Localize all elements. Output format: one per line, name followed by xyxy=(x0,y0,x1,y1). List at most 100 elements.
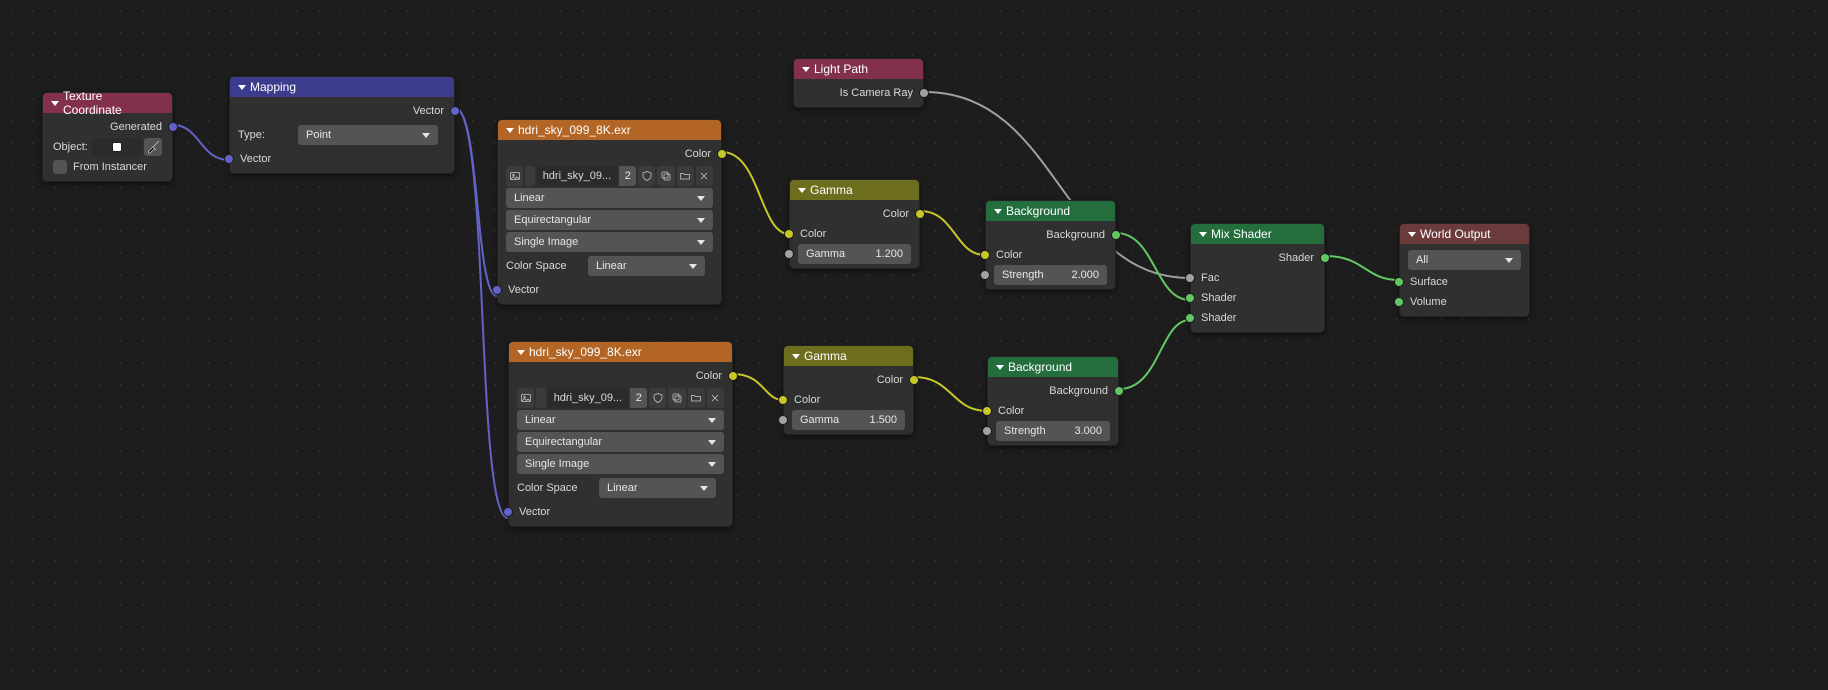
unlink-button[interactable] xyxy=(707,388,724,408)
collapse-icon[interactable] xyxy=(51,101,59,106)
node-background-a[interactable]: Background Background Color Strength2.00… xyxy=(985,200,1116,290)
new-image-button[interactable] xyxy=(668,388,685,408)
node-header[interactable]: hdri_sky_099_8K.exr xyxy=(509,342,732,362)
node-gamma-b[interactable]: Gamma Color Color Gamma1.500 xyxy=(783,345,914,435)
socket-color-out[interactable]: Color xyxy=(498,144,721,164)
type-label: Type: xyxy=(238,123,286,147)
image-icon xyxy=(520,392,532,404)
socket-vector-in[interactable]: Vector xyxy=(230,149,454,169)
collapse-icon[interactable] xyxy=(1408,232,1416,237)
socket-color-out[interactable]: Color xyxy=(509,366,732,386)
colorspace-dropdown[interactable]: Linear xyxy=(588,256,705,276)
node-world-output[interactable]: World Output All Surface Volume xyxy=(1399,223,1530,317)
gamma-value-field[interactable]: Gamma1.200 xyxy=(798,244,911,264)
source-dropdown[interactable]: Single Image xyxy=(506,232,713,252)
socket-shader-out[interactable]: Shader xyxy=(1191,248,1324,268)
new-image-button[interactable] xyxy=(657,166,674,186)
projection-dropdown[interactable]: Equirectangular xyxy=(517,432,724,452)
node-header[interactable]: hdri_sky_099_8K.exr xyxy=(498,120,721,140)
node-header[interactable]: Background xyxy=(988,357,1118,377)
node-environment-texture-b[interactable]: hdri_sky_099_8K.exr Color hdri_sky_09...… xyxy=(508,341,733,527)
gamma-value-field[interactable]: Gamma1.500 xyxy=(792,410,905,430)
node-header[interactable]: Background xyxy=(986,201,1115,221)
socket-color-in[interactable]: Color xyxy=(784,390,913,410)
collapse-icon[interactable] xyxy=(798,188,806,193)
socket-color-in[interactable]: Color xyxy=(790,224,919,244)
browse-image-button[interactable] xyxy=(517,388,534,408)
socket-vector-out[interactable]: Vector xyxy=(230,101,454,121)
unlink-button[interactable] xyxy=(696,166,713,186)
fake-user-button[interactable] xyxy=(649,388,666,408)
collapse-icon[interactable] xyxy=(996,365,1004,370)
target-dropdown[interactable]: All xyxy=(1408,250,1521,270)
node-header[interactable]: Light Path xyxy=(794,59,923,79)
collapse-icon[interactable] xyxy=(802,67,810,72)
fake-user-button[interactable] xyxy=(638,166,655,186)
node-mix-shader[interactable]: Mix Shader Shader Fac Shader Shader xyxy=(1190,223,1325,333)
colorspace-dropdown[interactable]: Linear xyxy=(599,478,716,498)
node-header[interactable]: Gamma xyxy=(784,346,913,366)
projection-dropdown[interactable]: Equirectangular xyxy=(506,210,713,230)
socket-vector-in[interactable]: Vector xyxy=(498,280,721,300)
collapse-icon[interactable] xyxy=(517,350,525,355)
checkbox-icon[interactable] xyxy=(53,160,67,174)
from-instancer-checkbox[interactable]: From Instancer xyxy=(43,157,172,177)
image-icon xyxy=(509,170,521,182)
object-selector[interactable] xyxy=(92,138,142,156)
image-menu-caret[interactable] xyxy=(536,388,546,408)
collapse-icon[interactable] xyxy=(238,85,246,90)
socket-volume-in[interactable]: Volume xyxy=(1400,292,1529,312)
node-title: World Output xyxy=(1420,227,1490,241)
strength-field[interactable]: Strength2.000 xyxy=(994,265,1107,285)
socket-shader1-in[interactable]: Shader xyxy=(1191,288,1324,308)
socket-vector-in[interactable]: Vector xyxy=(509,502,732,522)
chevron-down-icon xyxy=(422,133,430,138)
browse-image-button[interactable] xyxy=(506,166,523,186)
socket-color-in[interactable]: Color xyxy=(988,401,1118,421)
node-background-b[interactable]: Background Background Color Strength3.00… xyxy=(987,356,1119,446)
socket-color-out[interactable]: Color xyxy=(790,204,919,224)
chevron-down-icon xyxy=(700,486,708,491)
strength-field[interactable]: Strength3.000 xyxy=(996,421,1110,441)
type-dropdown[interactable]: Point xyxy=(298,125,438,145)
node-light-path[interactable]: Light Path Is Camera Ray xyxy=(793,58,924,108)
socket-surface-in[interactable]: Surface xyxy=(1400,272,1529,292)
node-header[interactable]: Gamma xyxy=(790,180,919,200)
chevron-down-icon xyxy=(697,196,705,201)
socket-color-in[interactable]: Color xyxy=(986,245,1115,265)
collapse-icon[interactable] xyxy=(994,209,1002,214)
node-header[interactable]: Texture Coordinate xyxy=(43,93,172,113)
image-name-field[interactable]: hdri_sky_09... xyxy=(537,166,617,186)
node-mapping[interactable]: Mapping Vector Type: Point Vector xyxy=(229,76,455,174)
socket-shader2-in[interactable]: Shader xyxy=(1191,308,1324,328)
node-gamma-a[interactable]: Gamma Color Color Gamma1.200 xyxy=(789,179,920,269)
socket-background-out[interactable]: Background xyxy=(986,225,1115,245)
interpolation-dropdown[interactable]: Linear xyxy=(506,188,713,208)
node-environment-texture-a[interactable]: hdri_sky_099_8K.exr Color hdri_sky_09...… xyxy=(497,119,722,305)
node-header[interactable]: World Output xyxy=(1400,224,1529,244)
node-header[interactable]: Mapping xyxy=(230,77,454,97)
socket-is-camera-ray[interactable]: Is Camera Ray xyxy=(794,83,923,103)
socket-color-out[interactable]: Color xyxy=(784,370,913,390)
interpolation-dropdown[interactable]: Linear xyxy=(517,410,724,430)
node-header[interactable]: Mix Shader xyxy=(1191,224,1324,244)
open-image-button[interactable] xyxy=(688,388,705,408)
socket-background-out[interactable]: Background xyxy=(988,381,1118,401)
collapse-icon[interactable] xyxy=(792,354,800,359)
image-users[interactable]: 2 xyxy=(630,388,647,408)
image-name-field[interactable]: hdri_sky_09... xyxy=(548,388,628,408)
chevron-down-icon xyxy=(708,440,716,445)
object-label: Object: xyxy=(53,141,88,153)
open-image-button[interactable] xyxy=(677,166,694,186)
image-users[interactable]: 2 xyxy=(619,166,636,186)
socket-generated[interactable]: Generated xyxy=(43,117,172,137)
collapse-icon[interactable] xyxy=(1199,232,1207,237)
collapse-icon[interactable] xyxy=(506,128,514,133)
node-texture-coordinate[interactable]: Texture Coordinate Generated Object: Fro… xyxy=(42,92,173,182)
socket-fac-in[interactable]: Fac xyxy=(1191,268,1324,288)
image-menu-caret[interactable] xyxy=(525,166,535,186)
node-title: Mapping xyxy=(250,80,296,94)
source-dropdown[interactable]: Single Image xyxy=(517,454,724,474)
node-title: Texture Coordinate xyxy=(63,89,164,117)
eyedropper-button[interactable] xyxy=(144,138,162,156)
